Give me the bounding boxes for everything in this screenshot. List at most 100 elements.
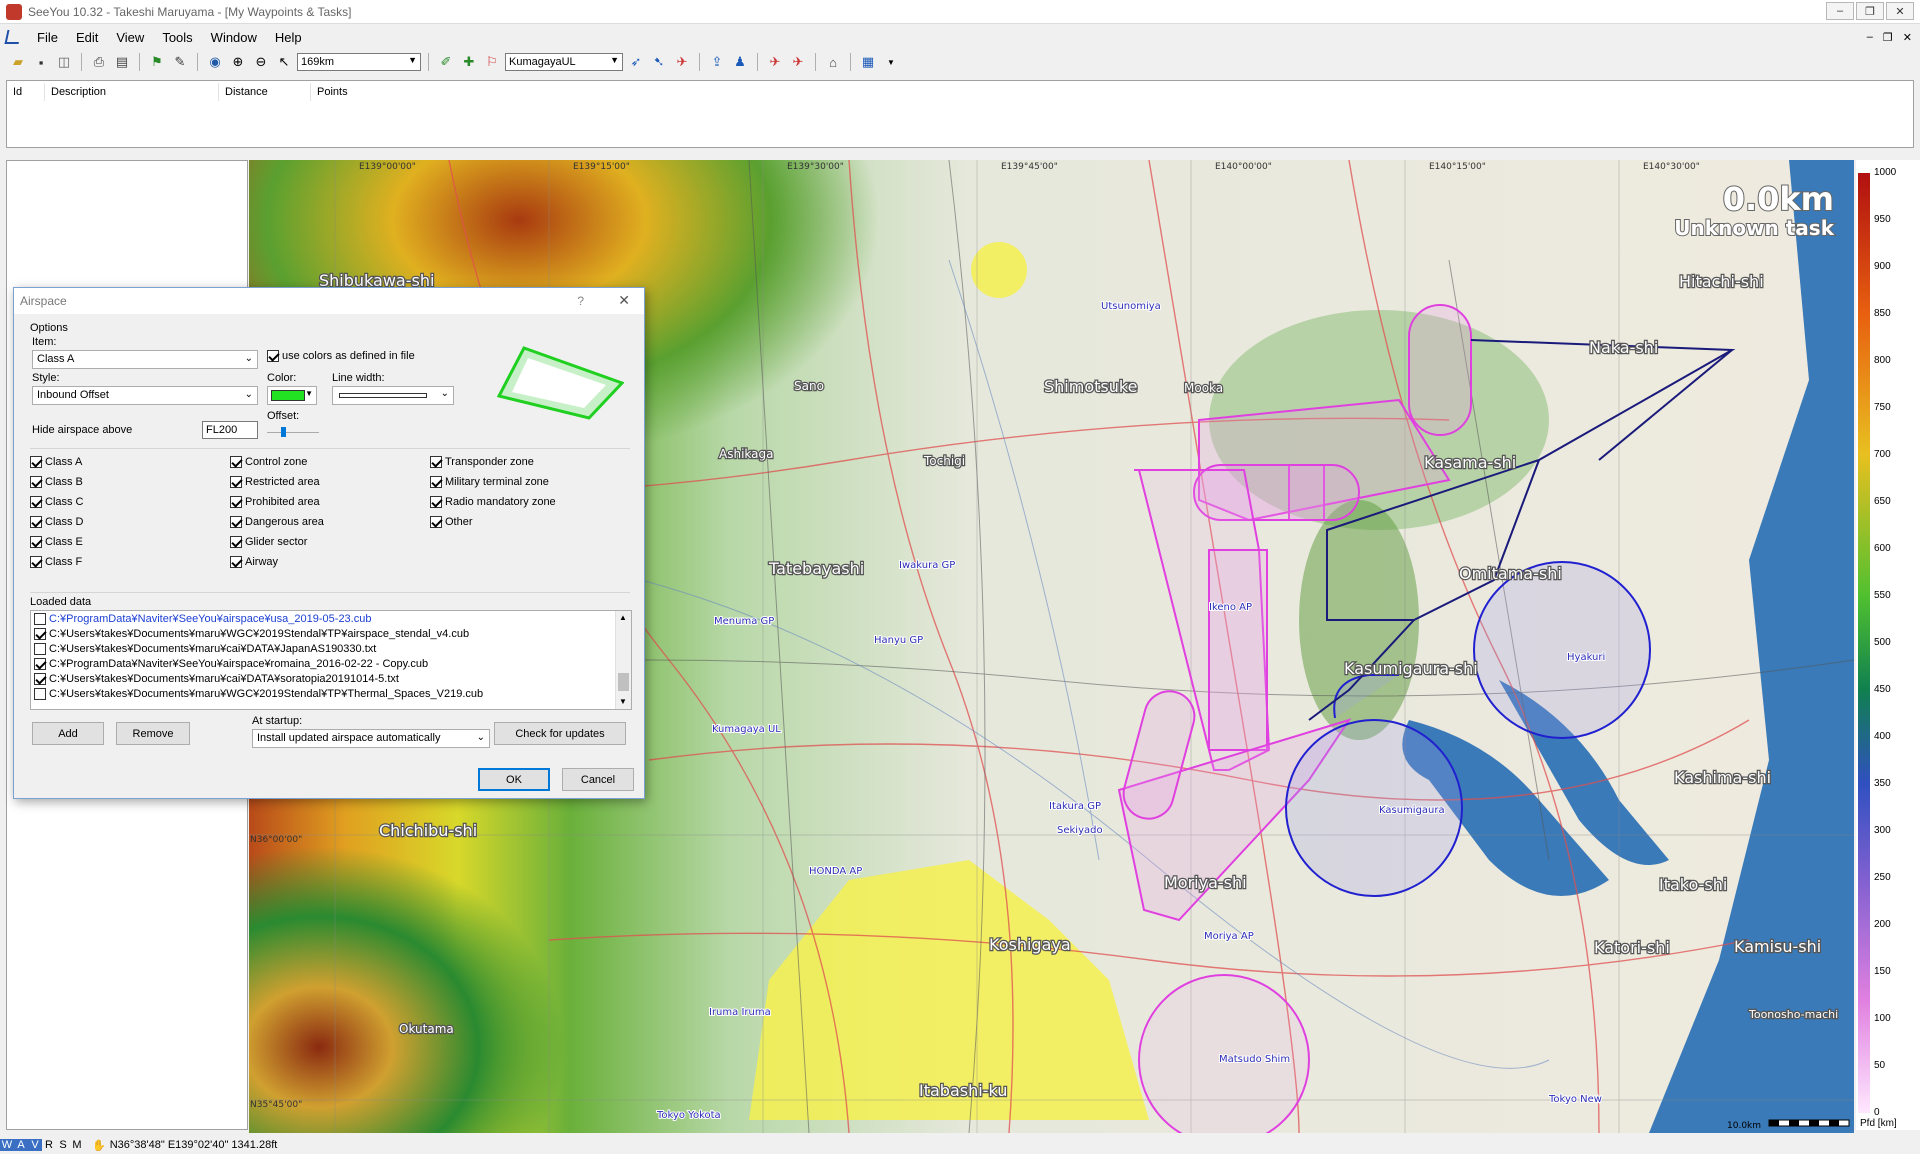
help-icon[interactable]: ? [577, 294, 584, 308]
save-icon[interactable]: ▪ [31, 52, 51, 72]
startup-select[interactable]: Install updated airspace automatically ⌄ [252, 729, 490, 748]
airport-label[interactable]: HONDA AP [808, 865, 863, 878]
checkbox-icon[interactable] [34, 687, 46, 700]
class-checkbox[interactable]: Glider sector [230, 536, 307, 548]
minimize-button[interactable]: – [1826, 2, 1854, 20]
waypoint-edit-icon[interactable]: ✐ [436, 52, 456, 72]
zoom-out-icon[interactable]: ⊖ [251, 52, 271, 72]
offset-slider[interactable] [267, 426, 319, 438]
menu-help[interactable]: Help [266, 30, 311, 45]
class-checkbox[interactable]: Class F [30, 556, 82, 568]
airport-label[interactable]: Itakura GP [1048, 800, 1102, 813]
class-checkbox[interactable]: Control zone [230, 456, 307, 468]
table-view-chevron-icon[interactable]: ▼ [881, 52, 901, 72]
open-folder-icon[interactable]: ▰ [8, 52, 28, 72]
airport-label[interactable]: Hanyu GP [873, 634, 924, 647]
cancel-button[interactable]: Cancel [562, 768, 634, 791]
mode-w[interactable]: W [0, 1139, 14, 1151]
draw-task-icon[interactable]: ✎ [170, 52, 190, 72]
menu-file[interactable]: File [28, 30, 67, 45]
upload-icon[interactable]: ⇪ [707, 52, 727, 72]
loaded-file-row[interactable]: C:¥Users¥takes¥Documents¥maru¥cai¥DATA¥J… [31, 641, 631, 656]
mdi-restore-button[interactable]: ❐ [1883, 31, 1893, 44]
mdi-close-button[interactable]: ✕ [1903, 31, 1912, 44]
ok-button[interactable]: OK [478, 768, 550, 791]
print-icon[interactable]: ⎙ [89, 52, 109, 72]
globe-icon[interactable]: ◉ [205, 52, 225, 72]
add-button[interactable]: Add [32, 722, 104, 745]
waypoint-select[interactable]: KumagayaUL ▼ [505, 53, 623, 71]
loaded-file-row[interactable]: C:¥ProgramData¥Naviter¥SeeYou¥airspace¥u… [31, 611, 631, 626]
scroll-thumb[interactable] [618, 673, 629, 691]
task-back-icon[interactable]: ➷ [649, 52, 669, 72]
class-checkbox[interactable]: Restricted area [230, 476, 320, 488]
class-checkbox[interactable]: Class A [30, 456, 82, 468]
flag-icon[interactable]: ⚑ [147, 52, 167, 72]
checkbox-icon[interactable] [34, 642, 46, 655]
remove-button[interactable]: Remove [116, 722, 190, 745]
use-colors-checkbox[interactable]: use colors as defined in file [267, 350, 415, 362]
checkbox-icon[interactable] [34, 672, 46, 685]
dialog-close-icon[interactable]: ✕ [618, 292, 630, 309]
loaded-file-row[interactable]: C:¥Users¥takes¥Documents¥maru¥WGC¥2019St… [31, 686, 631, 701]
menu-view[interactable]: View [107, 30, 153, 45]
menu-window[interactable]: Window [202, 30, 266, 45]
airport-label[interactable]: Kumagaya UL [711, 723, 782, 736]
check-updates-button[interactable]: Check for updates [494, 722, 626, 745]
menu-tools[interactable]: Tools [153, 30, 201, 45]
loaded-files-list[interactable]: C:¥ProgramData¥Naviter¥SeeYou¥airspace¥u… [30, 610, 632, 710]
close-button[interactable]: ✕ [1886, 2, 1914, 20]
airport-label[interactable]: Moriya AP [1203, 930, 1255, 943]
line-width-select[interactable]: ⌄ [332, 386, 454, 405]
loaded-file-row[interactable]: C:¥Users¥takes¥Documents¥maru¥cai¥DATA¥s… [31, 671, 631, 686]
class-checkbox[interactable]: Transponder zone [430, 456, 534, 468]
mode-r[interactable]: R [42, 1139, 56, 1151]
airport-label[interactable]: Menuma GP [713, 615, 775, 628]
airport-label[interactable]: Sekiyado [1056, 824, 1104, 837]
mode-v[interactable]: V [28, 1139, 42, 1151]
airport-label[interactable]: Tokyo Yokota [655, 1109, 722, 1122]
checkbox-icon[interactable] [34, 657, 46, 670]
airport-label[interactable]: Kasumigaura [1378, 804, 1446, 817]
color-picker[interactable]: ▼ [267, 386, 317, 405]
task-delete-icon[interactable]: ✈ [672, 52, 692, 72]
checkbox-icon[interactable] [34, 627, 46, 640]
mdi-document-icon[interactable] [4, 30, 22, 44]
airport-label[interactable]: Matsudo Shim [1218, 1053, 1291, 1066]
airport-label[interactable]: Tokyo New [1547, 1093, 1603, 1106]
loaded-files-scrollbar[interactable]: ▲ ▼ [615, 611, 631, 709]
mode-s[interactable]: S [56, 1139, 70, 1151]
class-checkbox[interactable]: Airway [230, 556, 278, 568]
print-preview-icon[interactable]: ▤ [112, 52, 132, 72]
zoom-in-icon[interactable]: ⊕ [228, 52, 248, 72]
scroll-down-icon[interactable]: ▼ [619, 697, 627, 706]
class-checkbox[interactable]: Class E [30, 536, 83, 548]
zoom-distance-select[interactable]: 169km ▼ [297, 53, 421, 71]
column-points[interactable]: Points [311, 83, 371, 101]
airport-label[interactable]: Iwakura GP [898, 559, 956, 572]
mdi-minimize-button[interactable]: – [1867, 31, 1873, 44]
home-icon[interactable]: ⌂ [823, 52, 843, 72]
hide-airspace-input[interactable]: FL200 [202, 421, 258, 439]
airport-label[interactable]: Ikeno AP [1208, 601, 1253, 614]
class-checkbox[interactable]: Prohibited area [230, 496, 320, 508]
airport-label[interactable]: Iruma Iruma [708, 1006, 772, 1019]
waypoint-flag-icon[interactable]: ⚐ [482, 52, 502, 72]
pilot-icon[interactable]: ♟ [730, 52, 750, 72]
glider-red-icon[interactable]: ✈ [765, 52, 785, 72]
zoom-cursor-icon[interactable]: ↖ [274, 52, 294, 72]
glider-red-2-icon[interactable]: ✈ [788, 52, 808, 72]
checkbox-icon[interactable] [34, 612, 46, 625]
offset-slider-thumb[interactable] [281, 427, 286, 437]
class-checkbox[interactable]: Other [430, 516, 473, 528]
waypoint-add-icon[interactable]: ✚ [459, 52, 479, 72]
loaded-file-row[interactable]: C:¥Users¥takes¥Documents¥maru¥WGC¥2019St… [31, 626, 631, 641]
table-view-icon[interactable]: ▦ [858, 52, 878, 72]
class-checkbox[interactable]: Class D [30, 516, 84, 528]
mode-m[interactable]: M [70, 1139, 84, 1151]
mode-a[interactable]: A [14, 1139, 28, 1151]
class-checkbox[interactable]: Class C [30, 496, 84, 508]
recent-icon[interactable]: ◫ [54, 52, 74, 72]
style-select[interactable]: Inbound Offset ⌄ [32, 386, 258, 405]
item-select[interactable]: Class A ⌄ [32, 350, 258, 369]
